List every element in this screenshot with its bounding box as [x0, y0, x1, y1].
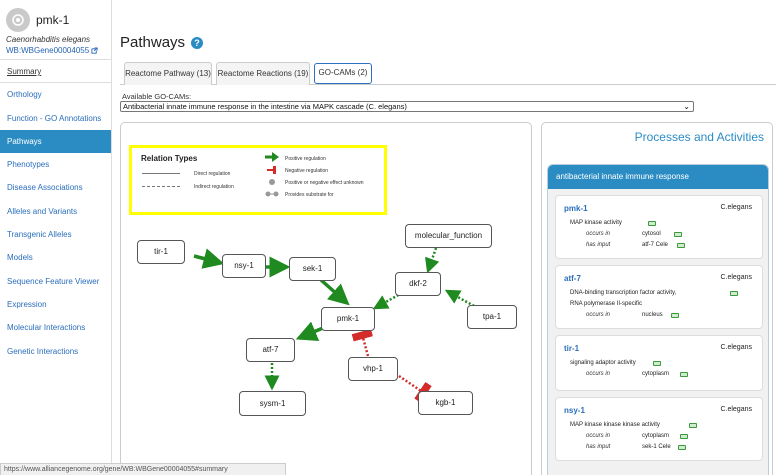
node-molecular-function[interactable]: molecular_function — [405, 224, 492, 248]
tab-bar: Reactome Pathway (13) Reactome Reactions… — [120, 62, 776, 85]
card-occurs-label: occurs in — [586, 371, 611, 377]
external-link-icon — [91, 47, 98, 54]
node-nsy-1[interactable]: nsy-1 — [222, 254, 266, 278]
node-tpa-1[interactable]: tpa-1 — [467, 305, 517, 329]
sidebar-item-alleles[interactable]: Alleles and Variants — [0, 200, 111, 223]
app-root: pmk-1 Caenorhabditis elegans WB:WBGene00… — [0, 0, 780, 475]
gene-species: Caenorhabditis elegans — [6, 35, 91, 44]
card-input-value: sek-1 Cele — [642, 444, 671, 450]
sidebar-item-phenotypes[interactable]: Phenotypes — [0, 153, 111, 176]
sidebar-item-sequence-viewer[interactable]: Sequence Feature Viewer — [0, 270, 111, 293]
card-species: C.elegans — [720, 344, 752, 351]
sidebar-item-disease[interactable]: Disease Associations — [0, 176, 111, 199]
chevron-down-icon: ⌄ — [683, 102, 690, 111]
processes-title: Processes and Activities — [634, 130, 764, 144]
activity-card: tir-1 C.elegans signaling adaptor activi… — [555, 335, 763, 391]
sidebar-item-summary[interactable]: Summary — [0, 60, 111, 84]
process-header: antibacterial innate immune response — [548, 165, 768, 189]
card-occurs-label: occurs in — [586, 231, 611, 237]
sidebar-item-orthology[interactable]: Orthology — [0, 83, 111, 106]
card-species: C.elegans — [720, 204, 752, 211]
edge-tir1-nsy1 — [193, 248, 225, 269]
tab-reactome-pathway[interactable]: Reactome Pathway (13) — [124, 62, 212, 85]
gene-header: pmk-1 Caenorhabditis elegans WB:WBGene00… — [0, 0, 111, 60]
activity-card: atf-7 C.elegans DNA-binding transcriptio… — [555, 265, 763, 329]
gocam-graph-edges — [193, 247, 475, 403]
main-content: Pathways ? Reactome Pathway (13) Reactom… — [112, 0, 780, 475]
card-occurs-value: nucleus — [642, 312, 663, 318]
process-list: antibacterial innate immune response pmk… — [547, 164, 769, 475]
card-input-label: has input — [586, 242, 611, 248]
go-badge-icon[interactable] — [680, 372, 688, 377]
edge-sek1-pmk1 — [319, 278, 350, 306]
gocam-select-value[interactable]: Antibacterial innate immune response in … — [123, 102, 407, 111]
gene-id-link[interactable]: WB:WBGene00004055 — [6, 46, 105, 55]
gocam-select[interactable]: Antibacterial innate immune response in … — [120, 101, 694, 112]
node-pmk-1[interactable]: pmk-1 — [321, 307, 375, 331]
card-activity: MAP kinase kinase kinase activity — [570, 422, 660, 428]
card-gene-link[interactable]: nsy-1 — [564, 406, 585, 415]
card-species: C.elegans — [720, 274, 752, 281]
card-gene-link[interactable]: pmk-1 — [564, 204, 588, 213]
activity-card: pmk-1 C.elegans MAP kinase activity occu… — [555, 195, 763, 259]
card-input-label: has input — [586, 444, 611, 450]
go-badge-icon[interactable] — [680, 434, 688, 439]
activity-card: nsy-1 C.elegans MAP kinase kinase kinase… — [555, 397, 763, 461]
browser-status-bar: https://www.alliancegenome.org/gene/WB:W… — [0, 463, 286, 475]
help-icon[interactable]: ? — [191, 36, 204, 49]
edge-vhp1-pmk1 — [351, 328, 373, 357]
processes-panel: Processes and Activities antibacterial i… — [541, 122, 773, 475]
node-vhp-1[interactable]: vhp-1 — [348, 357, 398, 381]
node-tir-1[interactable]: tir-1 — [137, 240, 185, 264]
card-species: C.elegans — [720, 406, 752, 413]
page-title-text: Pathways — [120, 34, 186, 51]
sidebar: pmk-1 Caenorhabditis elegans WB:WBGene00… — [0, 0, 112, 475]
gocam-select-label: Available GO-CAMs: — [122, 92, 192, 101]
gene-id-text[interactable]: WB:WBGene00004055 — [6, 46, 89, 55]
go-badge-icon[interactable] — [653, 361, 661, 366]
card-activity: signaling adaptor activity — [570, 360, 636, 366]
page-title: Pathways ? — [120, 34, 204, 51]
go-badge-icon[interactable] — [674, 232, 682, 237]
go-badge-icon[interactable] — [689, 423, 697, 428]
sidebar-item-genetic-interactions[interactable]: Genetic Interactions — [0, 340, 111, 363]
gene-symbol: pmk-1 — [36, 13, 70, 27]
sidebar-item-function-go[interactable]: Function - GO Annotations — [0, 107, 111, 130]
card-gene-link[interactable]: atf-7 — [564, 274, 581, 283]
go-badge-icon[interactable] — [671, 313, 679, 318]
card-occurs-value: cytoplasm — [642, 433, 670, 439]
sidebar-item-transgenic[interactable]: Transgenic Alleles — [0, 223, 111, 246]
node-sysm-1[interactable]: sysm-1 — [239, 391, 306, 416]
edge-molfn-dkf2 — [425, 247, 440, 274]
sidebar-item-molecular-interactions[interactable]: Molecular Interactions — [0, 316, 111, 339]
card-gene-link[interactable]: tir-1 — [564, 344, 579, 353]
sidebar-item-expression[interactable]: Expression — [0, 293, 111, 316]
gocam-graph-panel: Relation Types Direct regulation Indirec… — [120, 122, 532, 475]
node-dkf-2[interactable]: dkf-2 — [395, 272, 441, 296]
card-activity-line2: RNA polymerase II-specific — [570, 301, 643, 307]
go-badge-icon[interactable] — [648, 221, 656, 226]
go-badge-icon[interactable] — [677, 243, 685, 248]
card-activity: MAP kinase activity — [570, 220, 622, 226]
card-occurs-label: occurs in — [586, 433, 611, 439]
node-sek-1[interactable]: sek-1 — [289, 257, 336, 281]
node-atf-7[interactable]: atf-7 — [246, 338, 295, 362]
gene-icon — [6, 8, 30, 32]
sidebar-item-pathways[interactable]: Pathways — [0, 129, 111, 154]
sidebar-item-models[interactable]: Models — [0, 246, 111, 269]
card-input-value: atf-7 Cele — [642, 242, 669, 248]
card-occurs-value: cytoplasm — [642, 371, 670, 377]
card-occurs-label: occurs in — [586, 312, 611, 318]
edge-tpa1-dkf2 — [444, 289, 475, 308]
tab-go-cams[interactable]: GO-CAMs (2) — [314, 63, 372, 84]
go-badge-icon[interactable] — [678, 445, 686, 450]
card-activity: DNA-binding transcription factor activit… — [570, 290, 677, 296]
card-occurs-value: cytosol — [642, 231, 661, 237]
node-kgb-1[interactable]: kgb-1 — [418, 391, 473, 415]
go-badge-icon[interactable] — [730, 291, 738, 296]
tab-reactome-reactions[interactable]: Reactome Reactions (19) — [216, 62, 310, 85]
